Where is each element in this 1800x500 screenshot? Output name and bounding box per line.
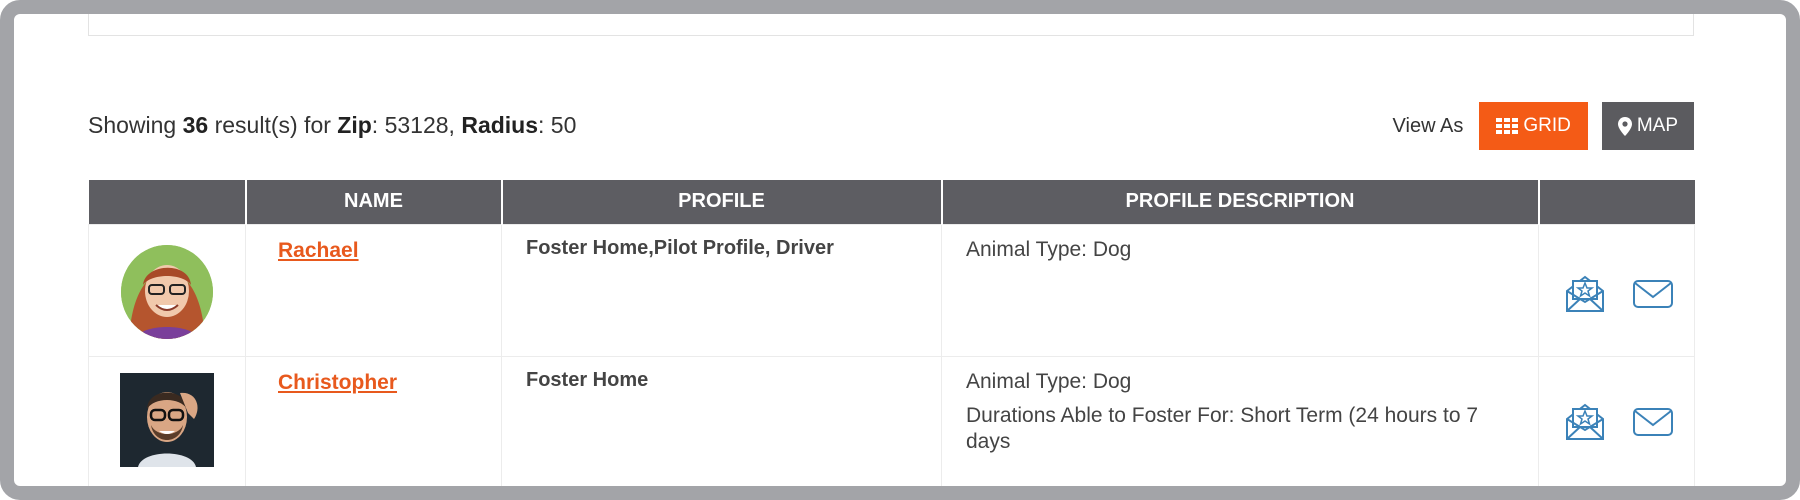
avatar[interactable] bbox=[120, 372, 214, 467]
table-row: Christopher Foster Home Animal Type: Dog… bbox=[88, 355, 1695, 486]
description-cell: Animal Type: Dog bbox=[941, 223, 1539, 357]
column-header-profile: PROFILE bbox=[501, 180, 943, 224]
grid-button-label: GRID bbox=[1523, 115, 1571, 136]
grid-view-button[interactable]: GRID bbox=[1479, 102, 1588, 150]
view-as-label: View As bbox=[1392, 114, 1464, 137]
results-bar: Showing 36 result(s) for Zip: 53128, Rad… bbox=[88, 102, 1694, 150]
column-header-actions bbox=[1538, 180, 1695, 224]
zip-value: : 53128, bbox=[371, 112, 455, 138]
zip-label: Zip bbox=[337, 112, 372, 138]
invite-envelope-icon[interactable] bbox=[1563, 399, 1607, 443]
table-header-row: NAME PROFILE PROFILE DESCRIPTION bbox=[88, 180, 1695, 224]
column-header-photo bbox=[88, 180, 247, 224]
results-prefix: Showing bbox=[88, 112, 177, 138]
avatar-photo bbox=[120, 372, 214, 467]
mail-icon[interactable] bbox=[1631, 271, 1675, 315]
table-row: Rachael Foster Home,Pilot Profile, Drive… bbox=[88, 223, 1695, 357]
grid-icon bbox=[1496, 118, 1519, 134]
profile-cell: Foster Home bbox=[501, 355, 942, 486]
profile-cell: Foster Home,Pilot Profile, Driver bbox=[501, 223, 942, 357]
description-cell: Animal Type: Dog Durations Able to Foste… bbox=[941, 355, 1539, 486]
map-button-label: MAP bbox=[1636, 115, 1678, 136]
profile-types: Foster Home bbox=[526, 368, 649, 391]
actions-cell bbox=[1538, 223, 1695, 357]
row-actions bbox=[1539, 399, 1694, 443]
invite-envelope-icon[interactable] bbox=[1563, 271, 1607, 315]
name-cell: Rachael bbox=[245, 223, 502, 357]
description-line: Animal Type: Dog bbox=[966, 237, 1132, 261]
map-view-button[interactable]: MAP bbox=[1601, 102, 1694, 150]
column-header-description: PROFILE DESCRIPTION bbox=[941, 180, 1540, 224]
photo-cell bbox=[88, 223, 246, 357]
profile-name-link[interactable]: Christopher bbox=[278, 371, 397, 395]
radius-value: : 50 bbox=[538, 112, 577, 138]
actions-cell bbox=[1538, 355, 1695, 486]
results-mid: result(s) for bbox=[214, 112, 331, 138]
description-line: Durations Able to Foster For: Short Term… bbox=[966, 403, 1479, 453]
map-marker-icon bbox=[1617, 116, 1632, 136]
column-header-name: NAME bbox=[245, 180, 503, 224]
profile-name-link[interactable]: Rachael bbox=[278, 239, 359, 263]
radius-label: Radius bbox=[461, 112, 539, 138]
search-panel bbox=[88, 14, 1694, 36]
mail-icon[interactable] bbox=[1631, 399, 1675, 443]
row-actions bbox=[1539, 271, 1694, 315]
name-cell: Christopher bbox=[245, 355, 502, 486]
results-summary: Showing 36 result(s) for Zip: 53128, Rad… bbox=[88, 112, 576, 139]
avatar-photo bbox=[121, 244, 213, 339]
description-line: Animal Type: Dog bbox=[966, 369, 1132, 393]
photo-cell bbox=[88, 355, 246, 486]
window-frame: Showing 36 result(s) for Zip: 53128, Rad… bbox=[0, 0, 1800, 500]
results-table: NAME PROFILE PROFILE DESCRIPTION Rachael… bbox=[88, 180, 1695, 486]
view-as-controls: View As GRID MAP bbox=[1393, 102, 1694, 150]
results-count: 36 bbox=[182, 112, 209, 138]
avatar[interactable] bbox=[121, 244, 213, 339]
profile-types: Foster Home,Pilot Profile, Driver bbox=[526, 236, 834, 259]
